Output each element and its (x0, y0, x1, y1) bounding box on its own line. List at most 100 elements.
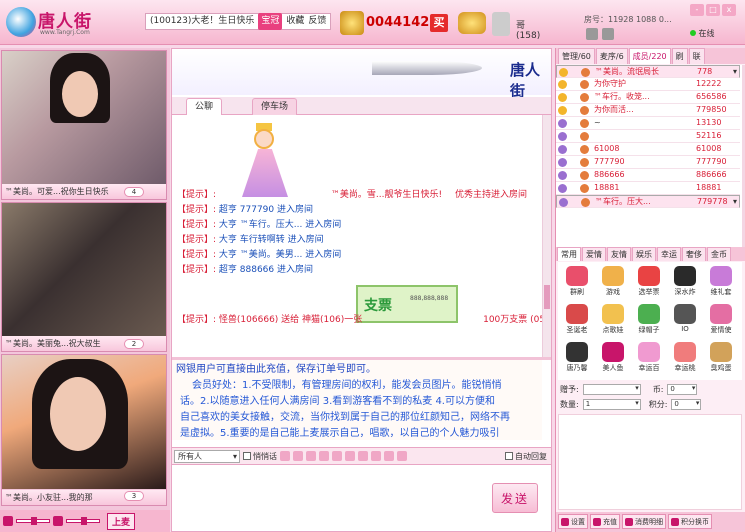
settings-button[interactable]: 设置 (558, 514, 588, 529)
video-2[interactable]: ™美尚。美丽兔...祝大叔生 2 (1, 202, 167, 352)
mic-icon[interactable] (53, 516, 63, 526)
gift-tab[interactable]: 金币 (707, 247, 731, 261)
gift-tab[interactable]: 常用 (557, 247, 581, 261)
mic-slider[interactable] (66, 517, 100, 525)
gift-item[interactable]: 臭鸡蛋 (706, 340, 736, 376)
member-row[interactable]: ™车行。压大... 779778 (556, 195, 740, 208)
flower-icon[interactable] (306, 451, 316, 461)
minimize-button[interactable]: - (690, 4, 704, 16)
exchange-icon (671, 517, 679, 526)
color-icon[interactable] (345, 451, 355, 461)
speaker-icon[interactable] (586, 28, 598, 40)
maximize-button[interactable]: □ (706, 4, 720, 16)
rank-icon (558, 119, 567, 128)
recharge-button[interactable]: 充值 (590, 514, 620, 529)
gift-tab[interactable]: 幸运 (657, 247, 681, 261)
shield-icon[interactable] (358, 451, 368, 461)
close-button[interactable]: x (722, 4, 736, 16)
tab-public[interactable]: 公聊 (186, 98, 223, 115)
thumb-icon[interactable] (384, 451, 394, 461)
gift-icon (638, 304, 660, 324)
feedback-link[interactable]: 反馈 (308, 13, 326, 30)
tab-queue[interactable]: 麦序/6 (595, 48, 628, 64)
gift-tab[interactable]: 爱情 (582, 247, 606, 261)
crown-icon[interactable] (458, 12, 486, 34)
chat-scrollbar[interactable] (542, 115, 551, 357)
quantity-select[interactable]: 1 (582, 399, 641, 410)
font-icon[interactable] (280, 451, 290, 461)
audio-controls: 上麦 (0, 510, 170, 532)
video-feed (2, 203, 166, 337)
refresh-button[interactable]: 刷 (671, 48, 688, 64)
auto-reply-checkbox[interactable]: 自动回复 (505, 451, 547, 462)
gear-icon (561, 517, 569, 526)
rank-icon (559, 68, 568, 77)
image-icon[interactable] (332, 451, 342, 461)
gift-item[interactable]: 幸运桃 (670, 340, 700, 376)
tab-admin[interactable]: 管理/60 (558, 48, 595, 64)
member-id: 779850 (696, 105, 727, 114)
viewer-count: 4 (124, 187, 144, 197)
chat-line: 【提示】: 大亨 ™美尚。美男... 进入房间 (177, 250, 342, 260)
gift-item[interactable]: 唐乃馨 (562, 340, 592, 376)
status[interactable]: 在线 (690, 28, 715, 39)
send-button[interactable]: 发送 (492, 483, 538, 513)
exchange-button[interactable]: 积分换币 (668, 514, 712, 529)
notice-button[interactable]: 宝冠 (258, 13, 283, 30)
gift-item[interactable]: 绿帽子 (634, 302, 664, 338)
speaker-icon[interactable] (3, 516, 13, 526)
member-row[interactable]: ~13130 (556, 117, 740, 130)
gift-tab[interactable]: 友情 (607, 247, 631, 261)
banner-title: 唐人街 (510, 61, 541, 100)
gift-item[interactable]: 圣诞老 (562, 302, 592, 338)
avatar-icon (580, 106, 589, 115)
user-panel[interactable]: 哥 (158) (492, 10, 552, 41)
gift-icon (566, 342, 588, 362)
house-icon[interactable] (602, 28, 614, 40)
tab-members[interactable]: 成员/220 (628, 48, 671, 64)
member-row[interactable]: 52116 (556, 130, 740, 143)
member-id: 13130 (696, 118, 722, 127)
tab-parking[interactable]: 停车场 (252, 98, 298, 115)
gift-tab[interactable]: 奢侈 (682, 247, 706, 261)
member-row[interactable]: 61008 61008 (556, 143, 740, 156)
gift-item[interactable]: 美人鱼 (598, 340, 628, 376)
member-row[interactable]: 777790 777790 (556, 156, 740, 169)
member-row[interactable]: ™美尚。流氓局长 778 (556, 65, 740, 78)
buy-button[interactable]: 买 (430, 14, 448, 32)
member-row[interactable]: 886666 886666 (556, 169, 740, 182)
member-row[interactable]: 为你守护 12222 (556, 78, 740, 91)
gift-item[interactable]: IO (670, 302, 700, 338)
video-1[interactable]: ™美尚。可爱...祝你生日快乐 4 (1, 50, 167, 200)
member-id: 656586 (696, 92, 727, 101)
video-3[interactable]: ™美尚。小友驻...我的那 3 (1, 354, 167, 506)
gift-item[interactable]: 游戏 (598, 264, 628, 300)
chat-input[interactable]: 发送 (172, 467, 551, 531)
volume-slider[interactable] (16, 517, 50, 525)
gift-item[interactable]: 群刷 (562, 264, 592, 300)
spending-button[interactable]: 消费明细 (622, 514, 666, 529)
gift-item[interactable]: 维礼套 (706, 264, 736, 300)
member-row[interactable]: ™车行。收笼... 656586 (556, 91, 740, 104)
right-panel: 管理/60 麦序/6 成员/220 刷 联 ™美尚。流氓局长 778 为你守护 122… (555, 48, 745, 532)
notice-board: 网银用户可直接由此充值，保存订单号即可。 会员好处：1.不受限制，有管理房间的权… (172, 360, 542, 440)
sound-icon[interactable] (319, 451, 329, 461)
emoji-icon[interactable] (293, 451, 303, 461)
gift-recipient-select[interactable] (582, 384, 641, 395)
member-row[interactable]: 18881 18881 (556, 182, 740, 195)
avatar-icon (581, 198, 590, 207)
gift-item[interactable]: 幸运百 (634, 340, 664, 376)
favorite-link[interactable]: 收藏 (286, 13, 304, 30)
whisper-checkbox[interactable]: 悄悄话 (243, 451, 277, 462)
gift-item[interactable]: 选举票 (634, 264, 664, 300)
target-select[interactable]: 所有人 (174, 449, 240, 463)
gift-item[interactable]: 深水炸 (670, 264, 700, 300)
gift-item[interactable]: 爱情使 (706, 302, 736, 338)
gift-item[interactable]: 点歌娃 (598, 302, 628, 338)
bell-icon[interactable] (397, 451, 407, 461)
mic-up-button[interactable]: 上麦 (107, 512, 136, 530)
heart-icon[interactable] (371, 451, 381, 461)
link-button[interactable]: 联 (688, 48, 705, 64)
member-row[interactable]: 为你而活... 779850 (556, 104, 740, 117)
gift-tab[interactable]: 娱乐 (632, 247, 656, 261)
